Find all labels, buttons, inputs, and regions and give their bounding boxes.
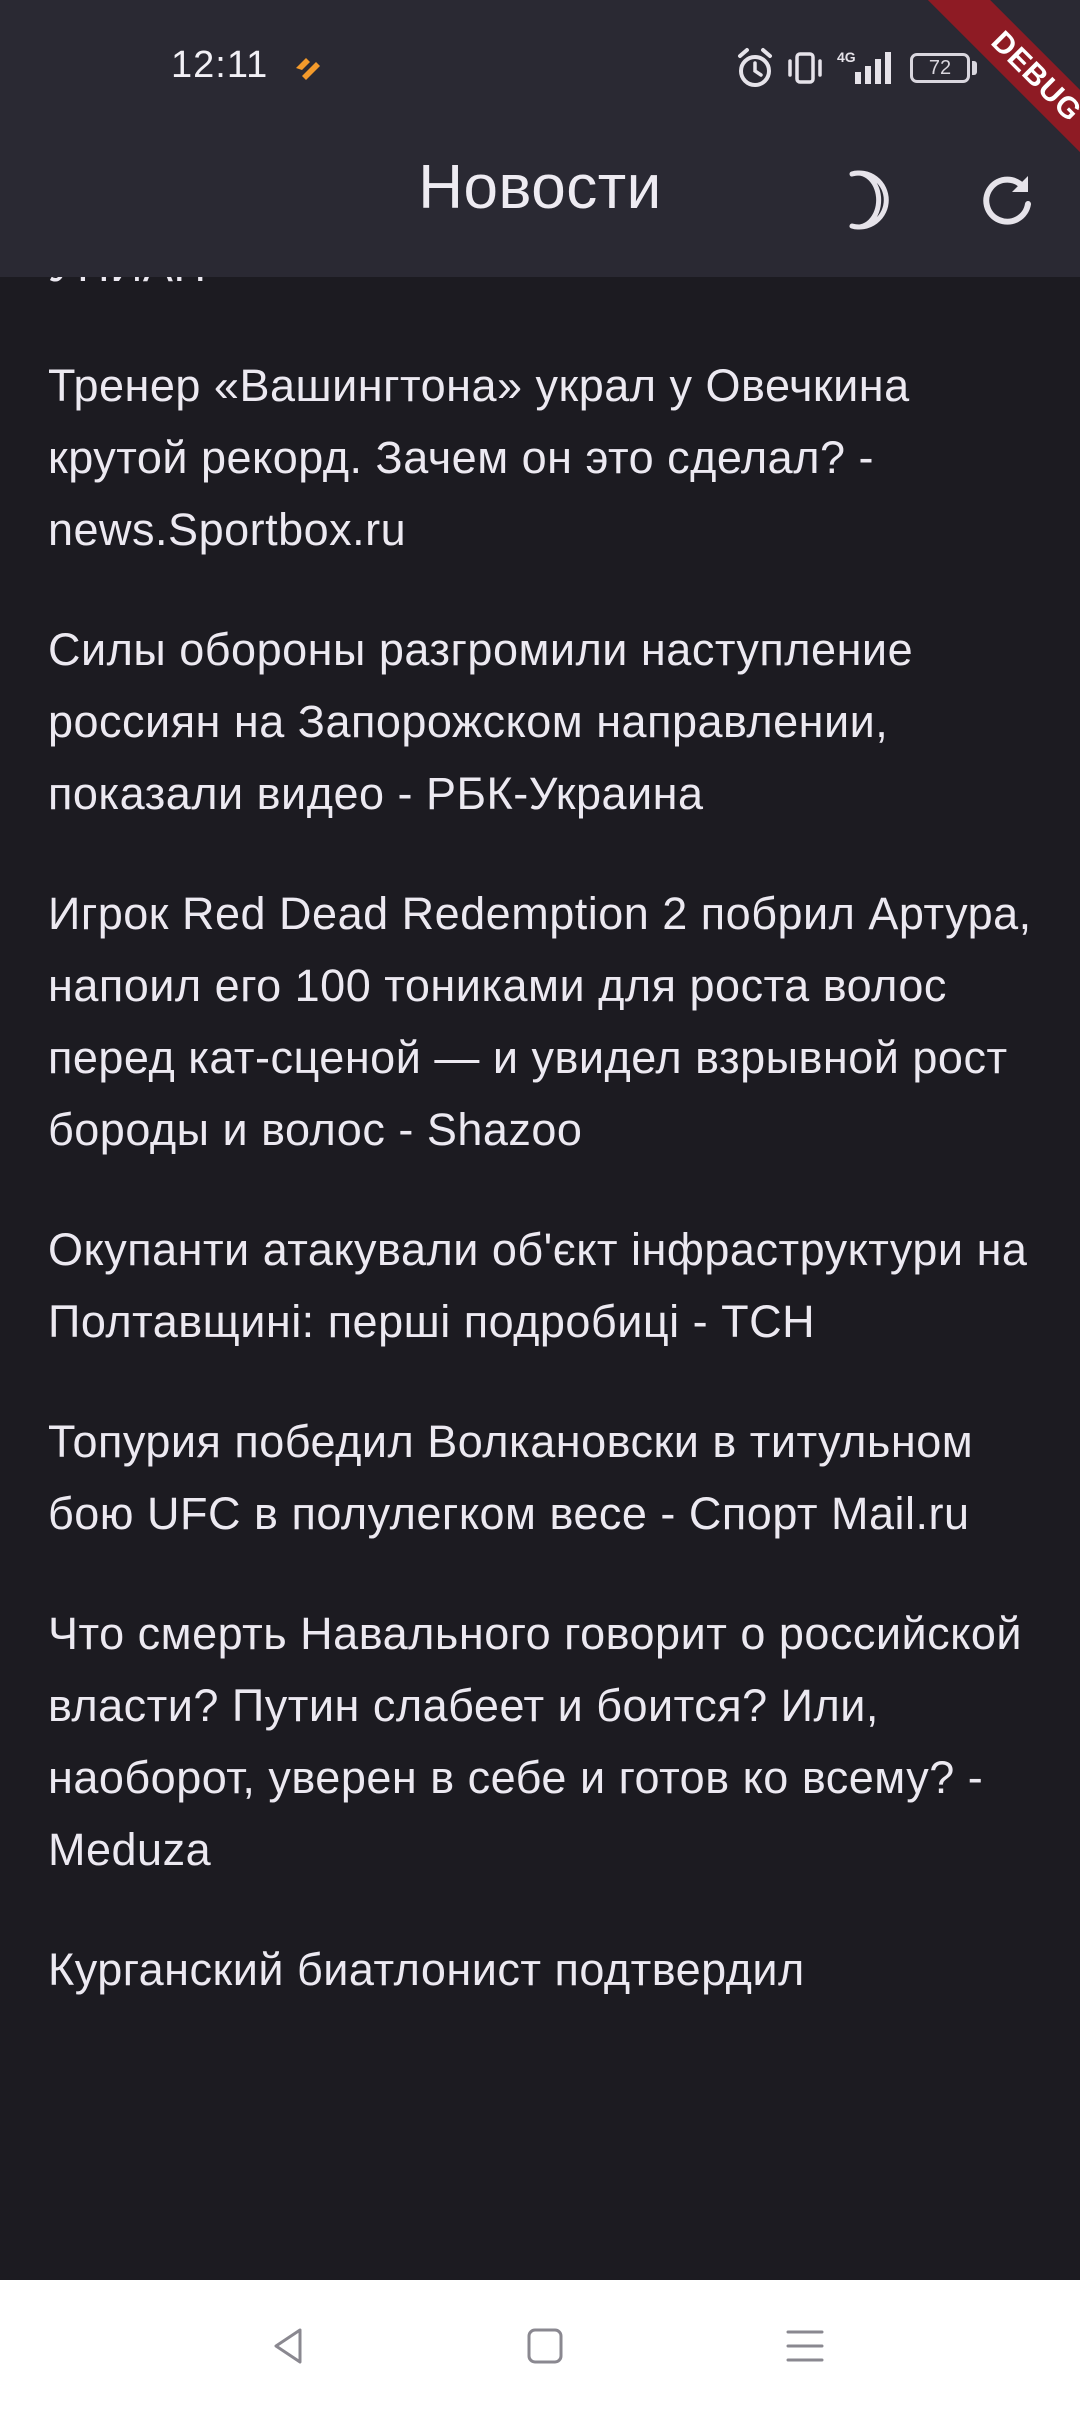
news-list-content: УНИАН Тренер «Вашингтона» украл у Овечки… [0, 277, 1080, 2054]
home-icon [527, 2328, 563, 2364]
signal-icon: 4G [837, 49, 891, 84]
home-button[interactable] [505, 2306, 585, 2386]
app-bar: Новости [0, 138, 1080, 277]
news-item[interactable]: Тренер «Вашингтона» украл у Овечкина кру… [0, 350, 1080, 566]
page-title: Новости [418, 153, 662, 222]
news-list[interactable]: УНИАН Тренер «Вашингтона» украл у Овечки… [0, 277, 1080, 2280]
news-item[interactable]: Курганский биатлонист подтвердил [0, 1934, 1080, 2006]
back-button[interactable] [248, 2306, 328, 2386]
status-time: 12:11 [171, 44, 269, 86]
alarm-icon [738, 48, 772, 87]
battery-icon: 72 [910, 53, 970, 83]
recent-apps-button[interactable] [765, 2306, 845, 2386]
theme-toggle-button[interactable] [814, 152, 910, 248]
battery-level: 72 [928, 57, 952, 79]
top-bar: 12:11 4G 72 Новости [0, 0, 1080, 277]
menu-icon [786, 2330, 824, 2362]
back-icon [274, 2328, 302, 2364]
moon-icon [849, 170, 889, 230]
refresh-button[interactable] [960, 152, 1056, 248]
news-item[interactable]: Топурия победил Волкановски в титульном … [0, 1406, 1080, 1550]
news-item[interactable]: Игрок Red Dead Redemption 2 побрил Артур… [0, 878, 1080, 1166]
news-item[interactable]: Силы обороны разгромили наступление росс… [0, 614, 1080, 830]
news-item[interactable]: УНИАН [0, 277, 1080, 302]
news-item[interactable]: Окупанти атакували об'єкт інфраструктури… [0, 1214, 1080, 1358]
status-bar: 12:11 4G 72 [0, 0, 1080, 138]
battery-tip [972, 61, 977, 75]
network-type-label: 4G [837, 49, 856, 65]
vibrate-icon [788, 52, 822, 84]
news-item[interactable]: Что смерть Навального говорит о российск… [0, 1598, 1080, 1886]
app-notification-icon [296, 58, 320, 80]
navigation-bar [0, 2280, 1080, 2412]
refresh-icon [983, 176, 1031, 225]
screen: 12:11 4G 72 Новости DEBUG Тренер «Вашинг… [0, 0, 1080, 2412]
